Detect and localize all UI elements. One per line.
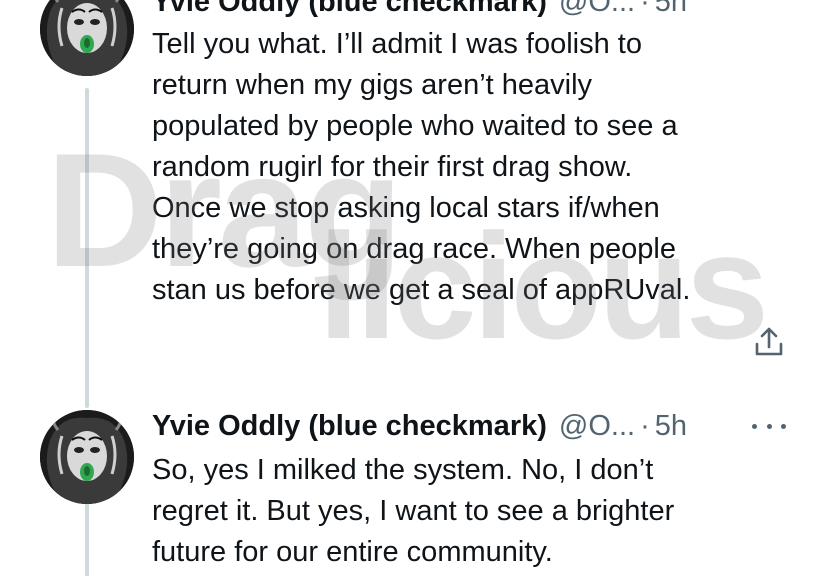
- avatar-image: [40, 410, 134, 504]
- tweet-text-line: future for our entire community.: [152, 536, 553, 568]
- separator-dot: ·: [640, 0, 650, 18]
- more-horizontal-icon[interactable]: [752, 416, 786, 436]
- tweet-text-line: So, yes I milked the system. No, I don’t: [152, 454, 654, 486]
- tweet-thread: Yvie Oddly (blue checkmark) @O... · 5h T…: [0, 0, 828, 576]
- tweet-text-line: random rugirl for their first drag show.: [152, 151, 633, 183]
- timestamp[interactable]: 5h: [655, 410, 687, 443]
- share-icon[interactable]: [753, 326, 785, 358]
- user-handle[interactable]: @O...: [559, 0, 635, 19]
- tweet-text: So, yes I milked the system. No, I don’t…: [152, 450, 792, 573]
- tweet-text-line: stan us before we get a seal of appRUval…: [152, 274, 691, 306]
- tweet-text-line: return when my gigs aren’t heavily: [152, 69, 593, 101]
- avatar-image: [40, 0, 134, 76]
- timestamp[interactable]: 5h: [655, 0, 687, 19]
- more-horizontal-icon[interactable]: [752, 0, 786, 6]
- tweet-text-line: Tell you what. I’ll admit I was foolish …: [152, 28, 642, 60]
- avatar[interactable]: [40, 410, 134, 504]
- tweet-text-line: regret it. But yes, I want to see a brig…: [152, 495, 675, 527]
- tweet-text-line: they’re going on drag race. When people: [152, 233, 676, 265]
- display-name[interactable]: Yvie Oddly (blue checkmark): [152, 410, 547, 443]
- separator-dot: ·: [640, 409, 650, 442]
- tweet-text-line: Once we stop asking local stars if/when: [152, 192, 660, 224]
- avatar[interactable]: [40, 0, 134, 76]
- display-name[interactable]: Yvie Oddly (blue checkmark): [152, 0, 547, 19]
- tweet-header: Yvie Oddly (blue checkmark) @O... · 5h: [152, 0, 687, 20]
- user-handle[interactable]: @O...: [559, 410, 635, 443]
- tweet-text-line: populated by people who waited to see a: [152, 110, 678, 142]
- tweet-header: Yvie Oddly (blue checkmark) @O... · 5h: [152, 408, 687, 444]
- tweet-text: Tell you what. I’ll admit I was foolish …: [152, 24, 792, 311]
- thread-connector-line: [85, 500, 89, 576]
- thread-connector-line: [85, 88, 89, 408]
